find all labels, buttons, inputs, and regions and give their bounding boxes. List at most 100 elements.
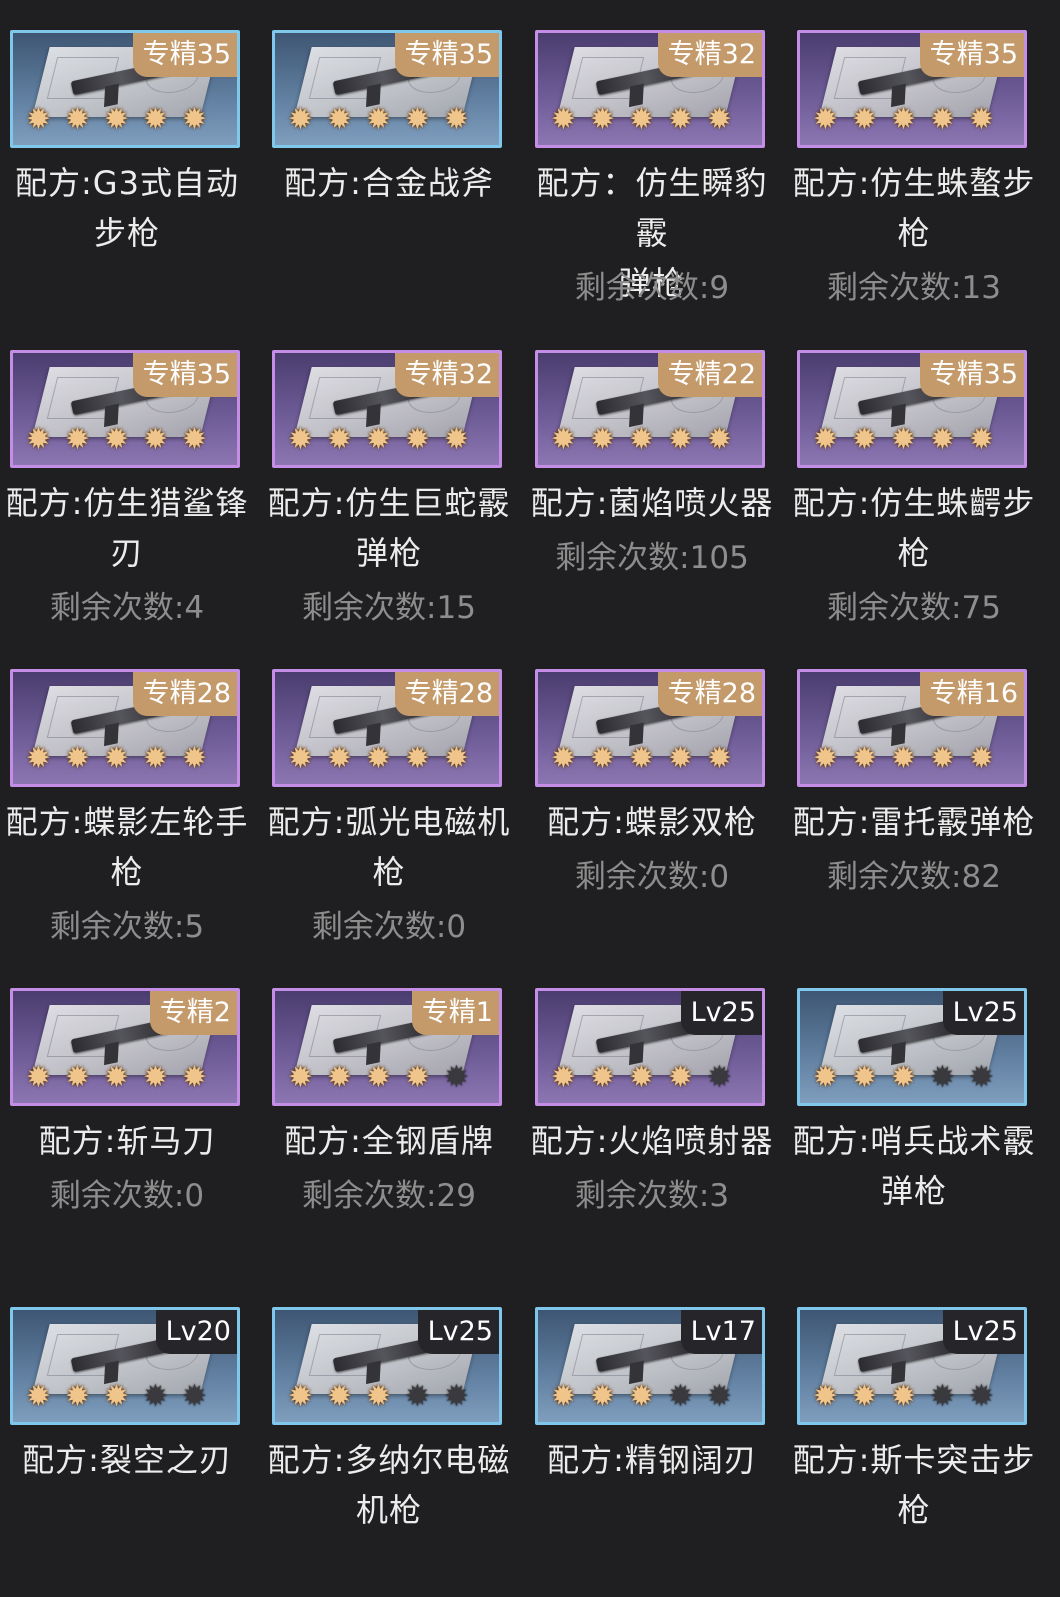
star-icon: ✹ [181,741,208,776]
star-icon: ✹ [64,102,91,137]
level-badge: 专精16 [919,672,1024,716]
star-icon: ✹ [365,1379,392,1414]
recipe-name: 配方:全钢盾牌 [284,1122,494,1160]
recipe-name: 配方:火焰喷射器 [530,1122,774,1160]
star-icon: ✹ [443,741,470,776]
star-icon: ✹ [706,422,733,457]
recipe-card[interactable]: 专精35 ✹ ✹ ✹ ✹ ✹ [272,30,502,148]
star-icon: ✹ [287,1060,314,1095]
star-icon: ✹ [667,422,694,457]
recipe-name: 配方:多纳尔电磁 机枪 [267,1441,511,1529]
star-rating: ✹ ✹ ✹ ✹ ✹ [548,104,735,135]
recipe-name: 配方:精钢阔刃 [547,1441,757,1479]
recipe-item[interactable]: 专精32 ✹ ✹ ✹ ✹ ✹ 配方：仿生瞬豹霰 弹枪 剩余次数:9 [527,0,789,320]
recipe-item[interactable]: 专精35 ✹ ✹ ✹ ✹ ✹ 配方:仿生猎鲨锋刃剩余次数:4 [2,320,264,640]
level-badge: 专精35 [132,33,237,77]
recipe-card[interactable]: Lv17 ✹ ✹ ✹ ✹ ✹ [535,1307,765,1425]
recipe-name: 配方:裂空之刃 [22,1441,232,1479]
recipe-name: 配方:斯卡突击步枪 [792,1441,1036,1529]
star-icon: ✹ [812,422,839,457]
recipe-item[interactable]: 专精35 ✹ ✹ ✹ ✹ ✹ 配方:仿生蛛螯步枪剩余次数:13 [789,0,1051,320]
recipe-item[interactable]: Lv25 ✹ ✹ ✹ ✹ ✹ 配方:哨兵战术霰 弹枪 [789,958,1051,1278]
remaining-uses: 剩余次数:9 [574,270,730,306]
recipe-item[interactable]: 专精35 ✹ ✹ ✹ ✹ ✹ 配方:合金战斧 [264,0,526,320]
recipe-item[interactable]: 专精35 ✹ ✹ ✹ ✹ ✹ 配方:G3式自动 步枪 [2,0,264,320]
recipe-item[interactable]: 专精1 ✹ ✹ ✹ ✹ ✹ 配方:全钢盾牌 剩余次数:29 [264,958,526,1278]
recipe-card[interactable]: 专精35 ✹ ✹ ✹ ✹ ✹ [797,350,1027,468]
recipe-item[interactable]: Lv20 ✹ ✹ ✹ ✹ ✹ 配方:裂空之刃 [2,1277,264,1597]
star-icon: ✹ [812,102,839,137]
level-badge: 专精35 [919,33,1024,77]
star-rating: ✹ ✹ ✹ ✹ ✹ [23,424,210,455]
recipe-card[interactable]: 专精2 ✹ ✹ ✹ ✹ ✹ [10,988,240,1106]
level-badge: Lv25 [942,1310,1024,1354]
recipe-item[interactable]: 专精22 ✹ ✹ ✹ ✹ ✹ 配方:菌焰喷火器 剩余次数:105 [527,320,789,640]
recipe-card[interactable]: 专精28 ✹ ✹ ✹ ✹ ✹ [10,669,240,787]
star-icon: ✹ [589,1060,616,1095]
star-icon: ✹ [968,102,995,137]
star-icon: ✹ [812,1060,839,1095]
star-rating: ✹ ✹ ✹ ✹ ✹ [548,424,735,455]
star-icon: ✹ [929,102,956,137]
level-badge: Lv25 [680,991,762,1035]
star-rating: ✹ ✹ ✹ ✹ ✹ [285,743,472,774]
recipe-card[interactable]: Lv25 ✹ ✹ ✹ ✹ ✹ [535,988,765,1106]
remaining-uses: 剩余次数:0 [311,909,467,945]
star-icon: ✹ [287,1379,314,1414]
recipe-item[interactable]: Lv25 ✹ ✹ ✹ ✹ ✹ 配方:火焰喷射器 剩余次数:3 [527,958,789,1278]
star-rating: ✹ ✹ ✹ ✹ ✹ [548,1062,735,1093]
star-icon: ✹ [404,102,431,137]
star-icon: ✹ [443,1379,470,1414]
star-icon: ✹ [890,741,917,776]
recipe-card[interactable]: 专精35 ✹ ✹ ✹ ✹ ✹ [10,350,240,468]
recipe-card[interactable]: 专精28 ✹ ✹ ✹ ✹ ✹ [272,669,502,787]
star-icon: ✹ [550,1060,577,1095]
star-icon: ✹ [968,422,995,457]
recipe-card[interactable]: 专精22 ✹ ✹ ✹ ✹ ✹ [535,350,765,468]
star-rating: ✹ ✹ ✹ ✹ ✹ [285,104,472,135]
recipe-item[interactable]: Lv25 ✹ ✹ ✹ ✹ ✹ 配方:斯卡突击步枪 [789,1277,1051,1597]
recipe-item[interactable]: 专精16 ✹ ✹ ✹ ✹ ✹ 配方:雷托霰弹枪 剩余次数:82 [789,639,1051,959]
recipe-card[interactable]: 专精35 ✹ ✹ ✹ ✹ ✹ [797,30,1027,148]
recipe-item[interactable]: 专精28 ✹ ✹ ✹ ✹ ✹ 配方:蝶影双枪 剩余次数:0 [527,639,789,959]
star-icon: ✹ [628,422,655,457]
recipe-card[interactable]: Lv25 ✹ ✹ ✹ ✹ ✹ [797,988,1027,1106]
recipe-item[interactable]: 专精28 ✹ ✹ ✹ ✹ ✹ 配方:弧光电磁机枪剩余次数:0 [264,639,526,959]
recipe-card[interactable]: 专精16 ✹ ✹ ✹ ✹ ✹ [797,669,1027,787]
star-icon: ✹ [365,422,392,457]
recipe-item[interactable]: 专精28 ✹ ✹ ✹ ✹ ✹ 配方:蝶影左轮手枪剩余次数:5 [2,639,264,959]
remaining-uses: 剩余次数:82 [827,859,1001,895]
recipe-item[interactable]: 专精2 ✹ ✹ ✹ ✹ ✹ 配方:斩马刀 剩余次数:0 [2,958,264,1278]
star-icon: ✹ [667,102,694,137]
recipe-card[interactable]: 专精28 ✹ ✹ ✹ ✹ ✹ [535,669,765,787]
recipe-card[interactable]: 专精32 ✹ ✹ ✹ ✹ ✹ [272,350,502,468]
star-icon: ✹ [706,102,733,137]
recipe-card[interactable]: Lv25 ✹ ✹ ✹ ✹ ✹ [272,1307,502,1425]
star-icon: ✹ [929,1060,956,1095]
star-icon: ✹ [142,1060,169,1095]
level-badge: 专精32 [657,33,762,77]
recipe-card[interactable]: 专精32 ✹ ✹ ✹ ✹ ✹ [535,30,765,148]
level-badge: 专精35 [132,353,237,397]
recipe-card[interactable]: 专精1 ✹ ✹ ✹ ✹ ✹ [272,988,502,1106]
star-rating: ✹ ✹ ✹ ✹ ✹ [285,1062,472,1093]
star-icon: ✹ [103,422,130,457]
recipe-item[interactable]: 专精32 ✹ ✹ ✹ ✹ ✹ 配方:仿生巨蛇霰 弹枪 剩余次数:15 [264,320,526,640]
recipe-card[interactable]: Lv25 ✹ ✹ ✹ ✹ ✹ [797,1307,1027,1425]
level-badge: Lv25 [942,991,1024,1035]
star-icon: ✹ [929,422,956,457]
star-icon: ✹ [550,102,577,137]
remaining-uses: 剩余次数:0 [49,1178,205,1214]
star-rating: ✹ ✹ ✹ ✹ ✹ [810,1062,997,1093]
recipe-card[interactable]: Lv20 ✹ ✹ ✹ ✹ ✹ [10,1307,240,1425]
recipe-card[interactable]: 专精35 ✹ ✹ ✹ ✹ ✹ [10,30,240,148]
star-icon: ✹ [443,102,470,137]
level-badge: 专精28 [657,672,762,716]
star-icon: ✹ [890,1060,917,1095]
recipe-name: 配方:仿生猎鲨锋刃 [5,484,249,572]
recipe-item[interactable]: 专精35 ✹ ✹ ✹ ✹ ✹ 配方:仿生蛛齶步枪剩余次数:75 [789,320,1051,640]
recipe-item[interactable]: Lv25 ✹ ✹ ✹ ✹ ✹ 配方:多纳尔电磁 机枪 [264,1277,526,1597]
star-icon: ✹ [929,1379,956,1414]
recipe-item[interactable]: Lv17 ✹ ✹ ✹ ✹ ✹ 配方:精钢阔刃 [527,1277,789,1597]
level-badge: 专精1 [411,991,499,1035]
